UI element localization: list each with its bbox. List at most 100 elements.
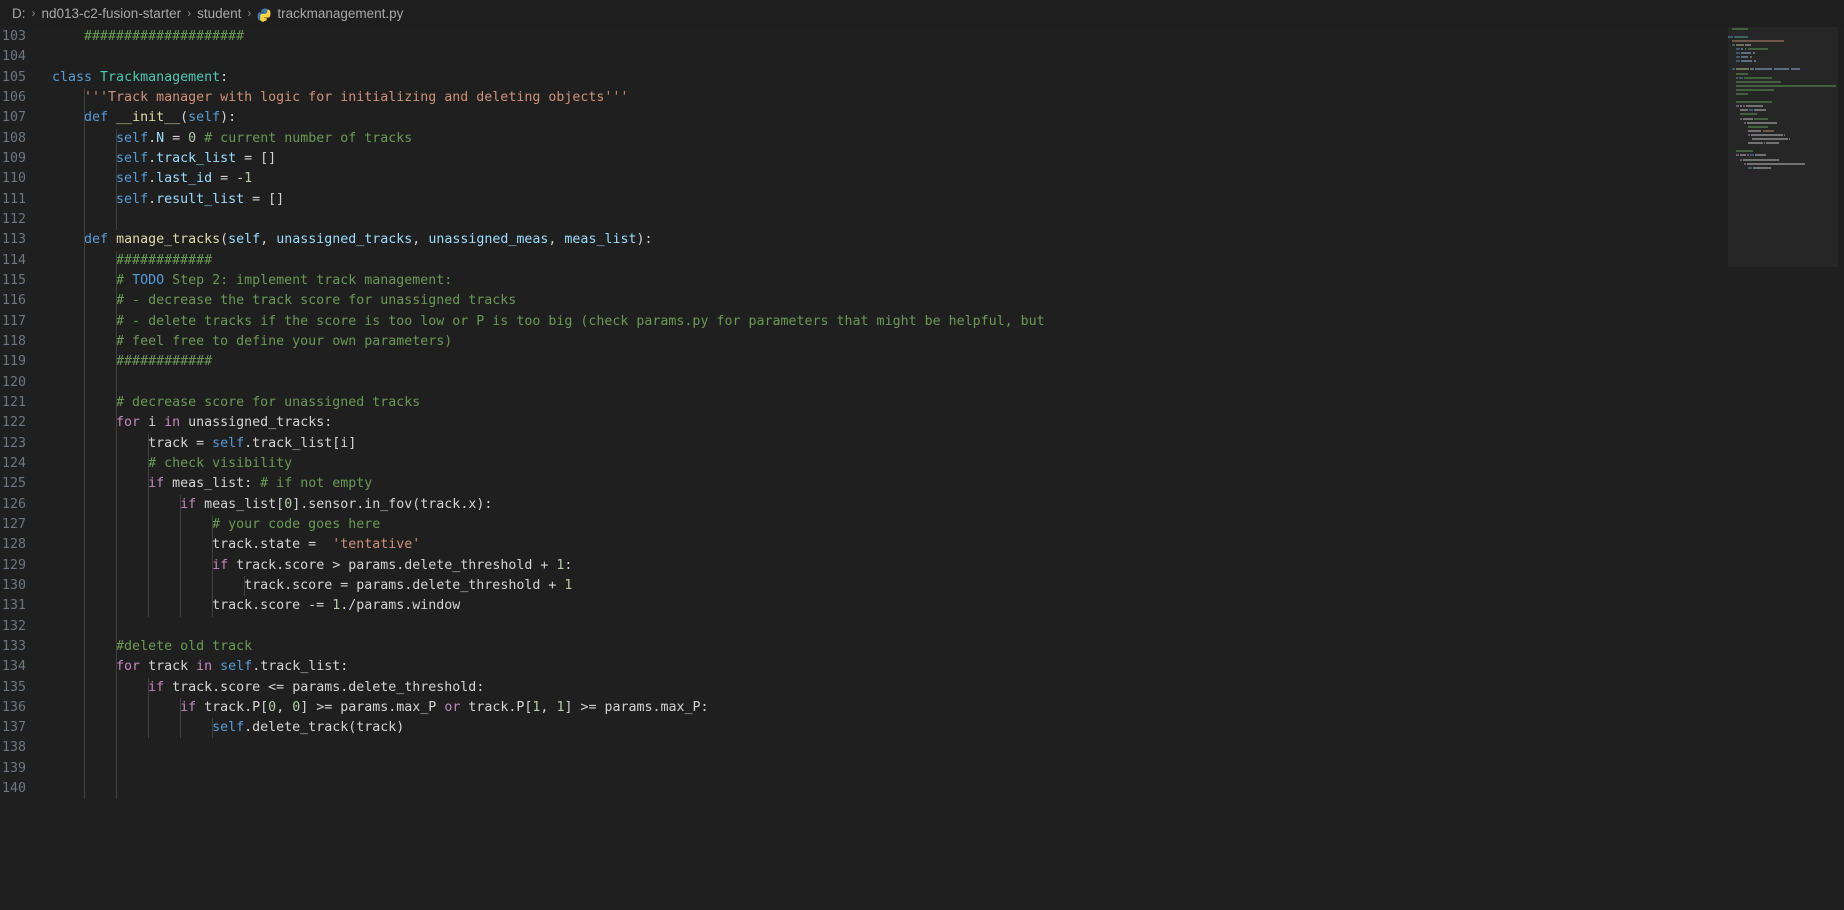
indent-guide	[212, 555, 214, 576]
code-line-content[interactable]: for track in self.track_list:	[52, 657, 1844, 678]
code-line-content[interactable]: def __init__(self):	[52, 108, 1844, 129]
breadcrumb[interactable]: D: › nd013-c2-fusion-starter › student ›…	[0, 0, 1844, 27]
code-line[interactable]: 120	[0, 372, 1844, 393]
code-line[interactable]: 105 class Trackmanagement:	[0, 68, 1844, 88]
code-token: manage_tracks	[116, 232, 221, 248]
code-line-content[interactable]: self.N = 0 # current number of tracks	[52, 128, 1844, 149]
code-line[interactable]: 134 for track in self.track_list:	[0, 657, 1844, 678]
code-line[interactable]: 109 self.track_list = []	[0, 148, 1844, 170]
code-line[interactable]: 112	[0, 209, 1844, 231]
code-editor[interactable]: 103 #################### 104 105 class Trac…	[0, 27, 1844, 910]
code-line[interactable]: 122 for i in unassigned_tracks:	[0, 413, 1844, 434]
code-token: track.state =	[212, 537, 333, 553]
code-line-content[interactable]: track.score = params.delete_threshold + …	[52, 575, 1844, 597]
minimap-slider[interactable]	[1728, 27, 1838, 267]
code-line-content[interactable]: track.score -= 1./params.window	[52, 596, 1844, 617]
line-number: 104	[1, 49, 26, 65]
code-line-content[interactable]: self.delete_track(track)	[52, 718, 1844, 739]
code-minimap[interactable]	[1728, 27, 1838, 910]
code-line[interactable]: 133 #delete old track	[0, 636, 1844, 658]
indent-guide	[116, 514, 118, 536]
code-line[interactable]: 132	[0, 616, 1844, 637]
indent-guide	[84, 108, 86, 129]
breadcrumb-file[interactable]: trackmanagement.py	[277, 6, 403, 21]
code-line[interactable]: 135 if track.score <= params.delete_thre…	[0, 677, 1844, 698]
code-line[interactable]: 127 # your code goes here	[0, 514, 1844, 536]
indent-guide	[116, 331, 118, 353]
code-line[interactable]: 125 if meas_list: # if not empty	[0, 474, 1844, 495]
code-line-content[interactable]: track.state = 'tentative'	[52, 535, 1844, 556]
code-line-content[interactable]: # your code goes here	[52, 514, 1844, 536]
code-line[interactable]: 138	[0, 738, 1844, 759]
code-line[interactable]: 115 # TODO Step 2: implement track manag…	[0, 270, 1844, 292]
code-line[interactable]: 111 self.result_list = []	[0, 189, 1844, 210]
line-number: 126	[1, 496, 26, 512]
code-line[interactable]: 117 # - delete tracks if the score is to…	[0, 311, 1844, 332]
indent-guide	[116, 494, 118, 515]
code-line[interactable]: 116 # - decrease the track score for una…	[0, 291, 1844, 312]
indent-guide	[84, 291, 86, 312]
line-number: 123	[1, 435, 26, 451]
code-line[interactable]: 137 self.delete_track(track)	[0, 718, 1844, 739]
code-token: ,	[548, 232, 565, 248]
code-line-content[interactable]: if track.score > params.delete_threshold…	[52, 555, 1844, 576]
breadcrumb-subfolder[interactable]: student	[197, 6, 241, 21]
line-number: 115	[1, 272, 26, 288]
code-line[interactable]: 140	[0, 779, 1844, 800]
code-line-content[interactable]: # decrease score for unassigned tracks	[52, 392, 1844, 414]
code-line[interactable]: 136 if track.P[0, 0] >= params.max_P or …	[0, 697, 1844, 719]
code-line-content[interactable]: # - delete tracks if the score is too lo…	[52, 311, 1844, 332]
code-line-content[interactable]: ############	[52, 250, 1844, 271]
code-line-content[interactable]: # TODO Step 2: implement track managemen…	[52, 270, 1844, 292]
code-line[interactable]: 107 def __init__(self):	[0, 108, 1844, 129]
code-line[interactable]: 121 # decrease score for unassigned trac…	[0, 392, 1844, 414]
breadcrumb-drive[interactable]: D:	[12, 6, 26, 21]
indent-guide	[148, 474, 150, 495]
indent-guide	[116, 392, 118, 414]
code-line-content[interactable]: ####################	[52, 27, 1844, 47]
code-token: ].sensor.in_fov(track.x):	[292, 496, 493, 512]
code-line-content[interactable]: class Trackmanagement:	[52, 68, 1844, 88]
code-token: ):	[636, 232, 653, 248]
code-line[interactable]: 139	[0, 758, 1844, 780]
code-line-content[interactable]: # check visibility	[52, 453, 1844, 475]
indent-guide	[84, 758, 86, 780]
code-line[interactable]: 130 track.score = params.delete_threshol…	[0, 575, 1844, 597]
code-line[interactable]: 124 # check visibility	[0, 453, 1844, 475]
code-line[interactable]: 103 ####################	[0, 27, 1844, 47]
code-line-content[interactable]: ############	[52, 352, 1844, 373]
code-line[interactable]: 119 ############	[0, 352, 1844, 373]
code-line-content[interactable]: track = self.track_list[i]	[52, 433, 1844, 454]
code-line[interactable]: 123 track = self.track_list[i]	[0, 433, 1844, 454]
code-line-content[interactable]: self.last_id = -1	[52, 169, 1844, 190]
code-line-content[interactable]: # - decrease the track score for unassig…	[52, 291, 1844, 312]
code-line-content[interactable]: if track.score <= params.delete_threshol…	[52, 677, 1844, 698]
code-line[interactable]: 114 ############	[0, 250, 1844, 271]
code-line-content[interactable]: if meas_list[0].sensor.in_fov(track.x):	[52, 494, 1844, 515]
code-line[interactable]: 108 self.N = 0 # current number of track…	[0, 128, 1844, 149]
breadcrumb-folder[interactable]: nd013-c2-fusion-starter	[42, 6, 182, 21]
code-line[interactable]: 128 track.state = 'tentative'	[0, 535, 1844, 556]
code-line-content[interactable]: '''Track manager with logic for initiali…	[52, 87, 1844, 109]
code-line[interactable]: 131 track.score -= 1./params.window	[0, 596, 1844, 617]
code-line-content[interactable]: def manage_tracks(self, unassigned_track…	[52, 230, 1844, 251]
code-line[interactable]: 118 # feel free to define your own param…	[0, 331, 1844, 353]
code-line-content[interactable]: #delete old track	[52, 636, 1844, 658]
code-line[interactable]: 104	[0, 47, 1844, 67]
code-lines-container[interactable]: 103 #################### 104 105 class Trac…	[0, 27, 1844, 910]
vertical-scrollbar[interactable]	[1838, 27, 1844, 910]
code-line-content[interactable]: if track.P[0, 0] >= params.max_P or trac…	[52, 697, 1844, 719]
code-line-content[interactable]: for i in unassigned_tracks:	[52, 413, 1844, 434]
code-line[interactable]: 106 '''Track manager with logic for init…	[0, 87, 1844, 109]
code-line-content[interactable]: self.result_list = []	[52, 189, 1844, 210]
code-line-content[interactable]: # feel free to define your own parameter…	[52, 331, 1844, 353]
code-line[interactable]: 126 if meas_list[0].sensor.in_fov(track.…	[0, 494, 1844, 515]
code-line[interactable]: 129 if track.score > params.delete_thres…	[0, 555, 1844, 576]
code-token: # - decrease the track score for unassig…	[116, 293, 517, 309]
code-line-content[interactable]: if meas_list: # if not empty	[52, 474, 1844, 495]
line-number: 118	[1, 333, 26, 349]
code-line[interactable]: 110 self.last_id = -1	[0, 169, 1844, 190]
code-line-content[interactable]: self.track_list = []	[52, 148, 1844, 170]
code-line[interactable]: 113 def manage_tracks(self, unassigned_t…	[0, 230, 1844, 251]
